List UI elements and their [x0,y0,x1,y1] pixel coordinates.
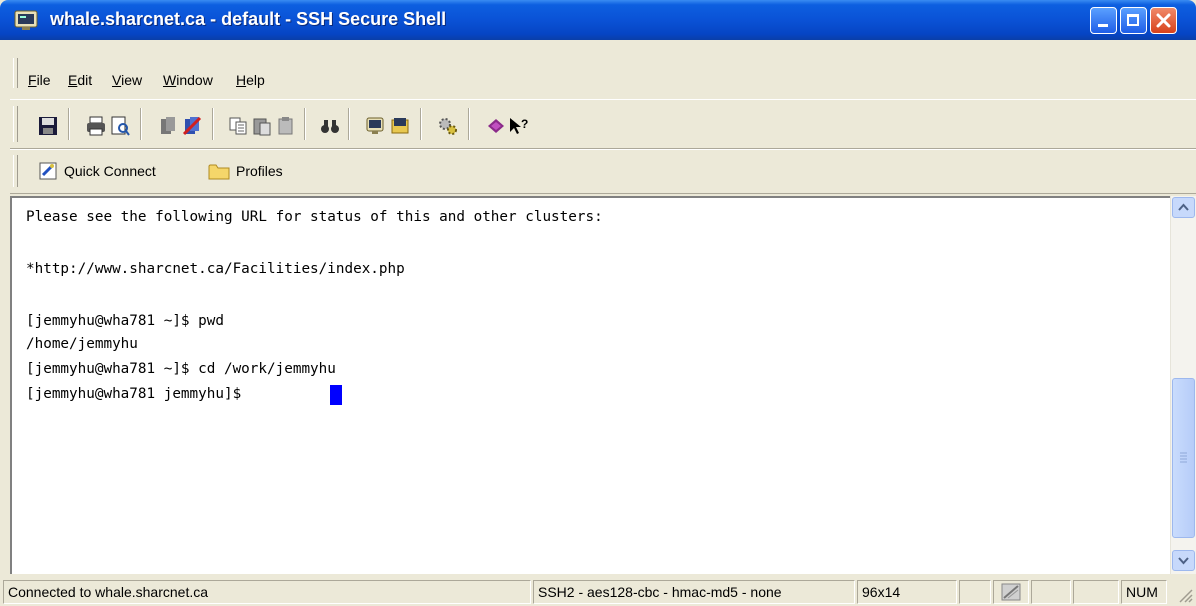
settings-icon[interactable] [438,116,458,136]
paste-icon[interactable] [252,116,272,136]
terminal-area[interactable]: Please see the following URL for status … [10,196,1170,574]
terminal-line: Please see the following URL for status … [26,209,603,225]
toolbar-separator [212,108,214,140]
scroll-up-button[interactable] [1172,197,1195,218]
toolbar-separator [468,108,470,140]
close-icon [1156,13,1171,28]
quickbar-grip[interactable] [13,155,18,187]
status-empty-cell [1073,580,1119,604]
find-icon[interactable] [320,116,340,136]
toolbar-separator [348,108,350,140]
save-icon[interactable] [38,116,58,136]
terminal-line: [jemmyhu@wha781 ~]$ cd /work/jemmyhu [26,361,336,377]
scroll-thumb[interactable] [1172,378,1195,538]
disconnect-icon[interactable] [158,116,178,136]
menubar-grip[interactable] [13,58,18,88]
menu-file[interactable]: File [28,72,51,88]
status-connection: Connected to whale.sharcnet.ca [3,580,531,604]
toolbar-separator [140,108,142,140]
terminal-cursor [330,385,342,405]
title-bar[interactable]: whale.sharcnet.ca - default - SSH Secure… [0,0,1196,40]
status-empty-cell [1031,580,1071,604]
terminal-line: *http://www.sharcnet.ca/Facilities/index… [26,261,405,277]
connect-icon[interactable] [182,116,202,136]
status-size: 96x14 [857,580,957,604]
print-preview-icon[interactable] [110,116,130,136]
connect-toolbar: Quick Connect Profiles [10,149,1196,194]
copy-icon[interactable] [228,116,248,136]
status-protocol: SSH2 - aes128-cbc - hmac-md5 - none [533,580,855,604]
toolbar-separator [304,108,306,140]
profiles-label: Profiles [236,163,283,179]
new-terminal-icon[interactable] [366,116,386,136]
status-num: NUM [1121,580,1167,604]
toolbar-grip[interactable] [13,106,18,142]
status-bar: Connected to whale.sharcnet.ca SSH2 - ae… [0,578,1196,606]
quick-connect-icon [39,162,57,180]
menu-window[interactable]: Window [163,72,213,88]
terminal-app-icon [14,10,38,30]
paste-alt-icon[interactable] [276,116,296,136]
resize-grip-icon[interactable] [1174,584,1194,604]
quick-connect-button[interactable]: Quick Connect [38,159,156,183]
grip-lines-icon [1180,452,1187,463]
terminal-line: /home/jemmyhu [26,336,138,352]
close-button[interactable] [1150,7,1177,34]
status-empty-cell [959,580,991,604]
toolbar-separator [68,108,70,140]
chevron-down-icon [1178,557,1189,565]
whats-this-icon[interactable]: ? [508,116,528,136]
print-icon[interactable] [86,116,106,136]
folder-icon [208,164,230,180]
maximize-button[interactable] [1120,7,1147,34]
profiles-button[interactable]: Profiles [208,159,283,183]
minimize-button[interactable] [1090,7,1117,34]
quick-connect-label: Quick Connect [64,163,156,179]
window-title: whale.sharcnet.ca - default - SSH Secure… [50,9,447,29]
main-toolbar: ? [10,99,1196,149]
menu-bar: File Edit View Window Help [0,58,1196,94]
terminal-line: [jemmyhu@wha781 jemmyhu]$ [26,386,242,402]
chevron-up-icon [1178,203,1189,211]
ssh-window: whale.sharcnet.ca - default - SSH Secure… [0,0,1196,606]
scroll-down-button[interactable] [1172,550,1195,571]
vertical-scrollbar[interactable] [1170,196,1196,574]
toolbar-separator [420,108,422,140]
help-topics-icon[interactable] [486,116,506,136]
menu-help[interactable]: Help [236,72,265,88]
new-file-transfer-icon[interactable] [390,116,410,136]
svg-text:?: ? [521,117,528,131]
status-icon-cell [993,580,1029,604]
terminal-line: [jemmyhu@wha781 ~]$ pwd [26,313,224,329]
encryption-status-icon [1001,583,1021,601]
menu-view[interactable]: View [112,72,142,88]
menu-edit[interactable]: Edit [68,72,92,88]
